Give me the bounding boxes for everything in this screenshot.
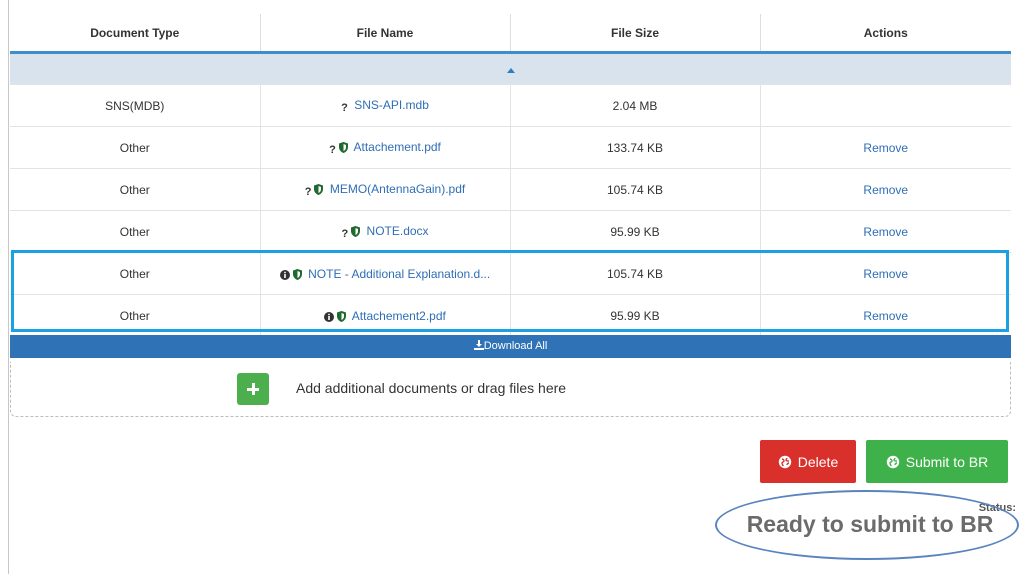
question-icon: ? (341, 101, 348, 114)
submit-to-br-button[interactable]: Submit to BR (866, 440, 1008, 483)
actions-cell: Remove (759, 126, 1011, 169)
actions-cell (759, 84, 1011, 127)
remove-link[interactable]: Remove (863, 141, 908, 155)
column-header-document-type[interactable]: Document Type (10, 14, 260, 54)
question-icon: ? (304, 185, 312, 198)
document-type-cell: Other (10, 126, 260, 169)
file-name-cell: ? NOTE.docx (259, 210, 510, 253)
table-row: Other? Attachement.pdf 133.74 KB Remove (10, 126, 1011, 169)
file-name-cell: ? Attachement.pdf (259, 126, 510, 169)
column-header-file-size[interactable]: File Size (509, 14, 760, 54)
actions-cell: Remove (759, 168, 1011, 211)
file-name-link[interactable]: NOTE.docx (367, 224, 429, 238)
shield-icon (351, 225, 361, 237)
caret-up-icon (506, 68, 515, 73)
file-size-cell: 95.99 KB (509, 294, 760, 336)
table-row: Other? NOTE.docx 95.99 KB Remove (10, 210, 1011, 253)
file-name-link[interactable]: SNS-API.mdb (354, 98, 429, 112)
file-name-cell: Attachement2.pdf (259, 294, 510, 336)
question-icon: ? (329, 143, 336, 156)
file-name-link[interactable]: NOTE - Additional Explanation.d... (308, 267, 490, 281)
shield-icon (292, 268, 302, 280)
table-row: Other NOTE - Additional Explanation.d...… (10, 252, 1011, 295)
submit-label: Submit to BR (905, 453, 989, 470)
shield-icon (337, 310, 347, 322)
remove-link[interactable]: Remove (863, 183, 908, 197)
actions-cell: Remove (759, 294, 1011, 336)
documents-table: Document Type File Name File Size Action… (10, 14, 1011, 336)
column-header-file-name[interactable]: File Name (259, 14, 510, 54)
download-icon (473, 340, 484, 350)
file-size-cell: 105.74 KB (509, 252, 760, 295)
document-type-cell: SNS(MDB) (10, 84, 260, 127)
actions-cell: Remove (759, 252, 1011, 295)
globe-icon (886, 455, 899, 468)
document-type-cell: Other (10, 294, 260, 336)
globe-icon (778, 455, 791, 468)
document-type-cell: Other (10, 168, 260, 211)
delete-button[interactable]: Delete (760, 440, 856, 483)
download-all-button[interactable]: Download All (10, 335, 1011, 358)
remove-link[interactable]: Remove (863, 309, 908, 323)
add-document-button[interactable] (237, 373, 269, 405)
table-row: SNS(MDB)? SNS-API.mdb 2.04 MB (10, 84, 1011, 127)
question-icon: ? (341, 227, 349, 240)
table-header-row: Document Type File Name File Size Action… (10, 14, 1011, 54)
remove-link[interactable]: Remove (863, 267, 908, 281)
file-name-link[interactable]: MEMO(AntennaGain).pdf (330, 182, 465, 196)
download-all-label: Download All (483, 340, 548, 352)
actions-cell: Remove (759, 210, 1011, 253)
add-documents-text: Add additional documents or drag files h… (296, 380, 567, 396)
file-name-cell: ? MEMO(AntennaGain).pdf (259, 168, 510, 211)
file-name-link[interactable]: Attachement.pdf (354, 140, 441, 154)
status-value: Ready to submit to BR (746, 511, 994, 537)
remove-link[interactable]: Remove (863, 225, 908, 239)
collapse-toggle[interactable] (10, 52, 1011, 85)
shield-icon (314, 183, 324, 195)
delete-label: Delete (797, 453, 839, 470)
info-icon (324, 311, 335, 322)
collapse-row[interactable] (10, 52, 1011, 85)
file-size-cell: 2.04 MB (509, 84, 760, 127)
table-row: Other? MEMO(AntennaGain).pdf 105.74 KB Rem… (10, 168, 1011, 211)
file-size-cell: 133.74 KB (509, 126, 760, 169)
file-size-cell: 95.99 KB (509, 210, 760, 253)
info-icon (279, 269, 290, 280)
file-name-cell: NOTE - Additional Explanation.d... (259, 252, 510, 295)
file-name-link[interactable]: Attachement2.pdf (352, 309, 446, 323)
shield-icon (338, 141, 348, 153)
file-name-cell: ? SNS-API.mdb (259, 84, 510, 127)
column-header-actions[interactable]: Actions (759, 14, 1011, 54)
table-row: Other Attachement2.pdf 95.99 KB Remove (10, 294, 1011, 336)
document-type-cell: Other (10, 210, 260, 253)
document-type-cell: Other (10, 252, 260, 295)
file-size-cell: 105.74 KB (509, 168, 760, 211)
left-border (8, 0, 9, 574)
